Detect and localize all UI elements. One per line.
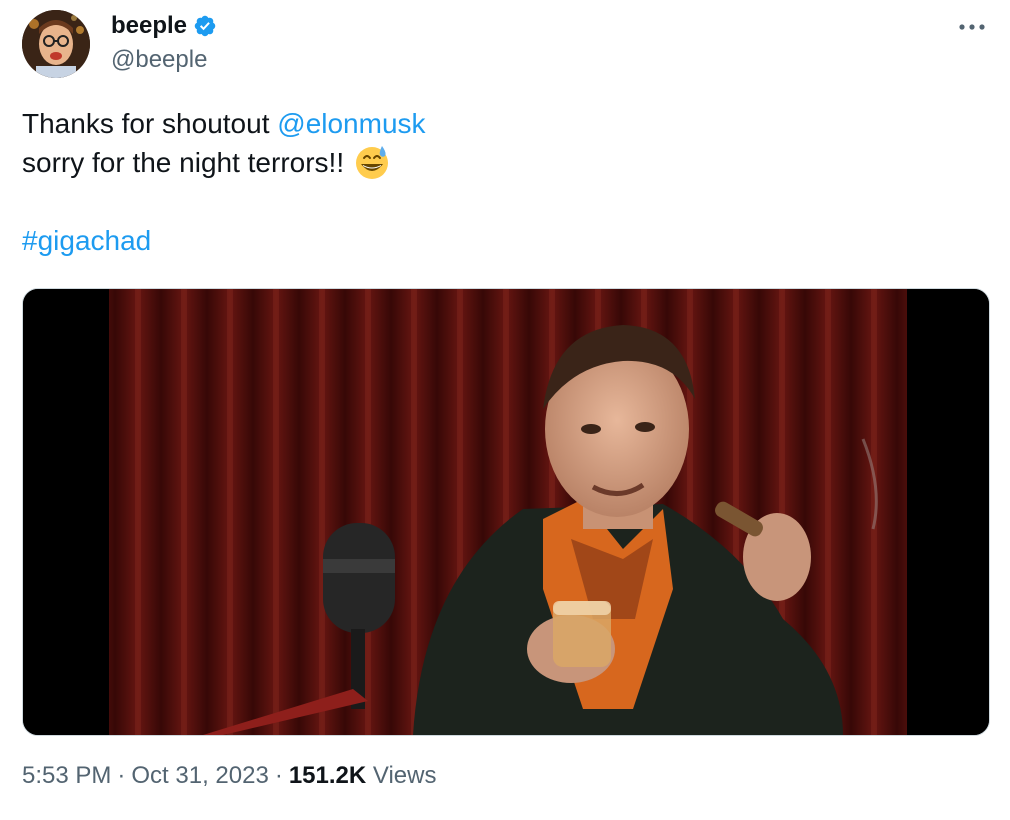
tweet-time-link[interactable]: 5:53 PM	[22, 762, 111, 789]
author-name-row: beeple	[111, 10, 217, 42]
tweet-card: beeple @beeple Thanks for shoutout @elon…	[0, 0, 1010, 820]
tweet-line-1: Thanks for shoutout @elonmusk	[22, 104, 982, 143]
hashtag-link[interactable]: #gigachad	[22, 225, 151, 256]
mention-link[interactable]: @elonmusk	[277, 108, 425, 139]
author-handle[interactable]: @beeple	[111, 46, 207, 74]
tweet-text-part: sorry for the night terrors!!	[22, 147, 345, 178]
media-photo	[23, 289, 989, 735]
tweet-line-3: #gigachad	[22, 221, 982, 260]
tweet-meta: 5:53 PM · Oct 31, 2023 · 151.2K Views	[22, 762, 436, 790]
verified-badge-icon[interactable]	[193, 14, 217, 38]
views-label: Views	[372, 762, 437, 789]
tweet-media-image[interactable]	[22, 288, 990, 736]
more-options-button[interactable]	[950, 12, 994, 42]
views-count[interactable]: 151.2K	[289, 762, 366, 789]
tweet-date-link[interactable]: Oct 31, 2023	[131, 762, 268, 789]
avatar[interactable]	[22, 10, 90, 78]
tweet-line-2: sorry for the night terrors!!	[22, 143, 982, 182]
ellipsis-icon	[959, 24, 985, 30]
separator: ·	[117, 762, 126, 789]
separator: ·	[274, 762, 283, 789]
avatar-image	[22, 10, 90, 78]
tweet-text-part: Thanks for shoutout	[22, 108, 278, 139]
tweet-text: Thanks for shoutout @elonmusk sorry for …	[22, 104, 982, 260]
grinning-sweat-emoji-icon	[356, 145, 389, 179]
author-display-name[interactable]: beeple	[111, 12, 187, 40]
